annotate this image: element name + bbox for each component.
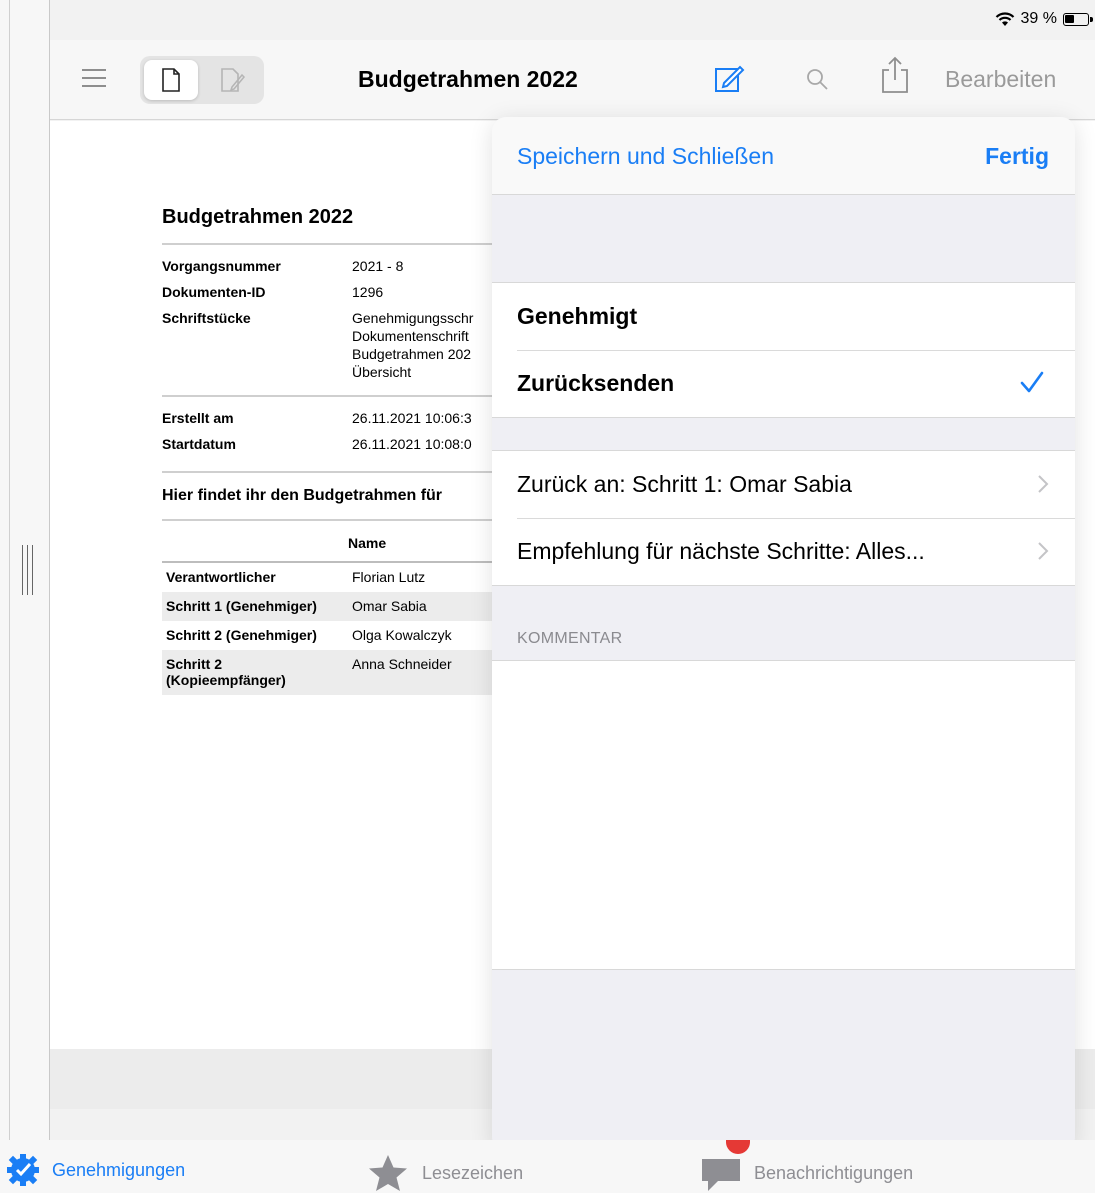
- chat-bubble-icon: [702, 1159, 740, 1191]
- routing-options: Zurück an: Schritt 1: Omar Sabia Empfehl…: [492, 450, 1075, 586]
- document-icon: [162, 68, 180, 92]
- decision-options: Genehmigt Zurücksenden: [492, 282, 1075, 418]
- view-mode-segmented-control: [140, 56, 264, 104]
- top-navigation-bar: Budgetrahmen 2022 Bearbeiten: [50, 40, 1095, 120]
- save-and-close-button[interactable]: Speichern und Schließen: [517, 143, 774, 170]
- star-icon: [369, 1155, 407, 1191]
- approvals-gear-check-icon: [7, 1154, 39, 1186]
- tab-bookmarks[interactable]: Lesezeichen: [366, 1153, 523, 1193]
- comment-textarea[interactable]: [492, 660, 1075, 970]
- edge-line: [9, 0, 10, 1140]
- document-view-segment[interactable]: [144, 60, 198, 100]
- menu-icon[interactable]: [82, 69, 106, 87]
- annotate-view-segment[interactable]: [206, 60, 260, 100]
- next-steps-recommendation-row[interactable]: Empfehlung für nächste Schritte: Alles..…: [492, 518, 1075, 585]
- battery-percent: 39 %: [1020, 10, 1057, 27]
- chevron-right-icon: [1038, 475, 1049, 493]
- approval-popover: Speichern und Schließen Fertig Genehmigt…: [492, 117, 1075, 1151]
- comment-section-label: KOMMENTAR: [517, 630, 623, 647]
- popover-header: Speichern und Schließen Fertig: [492, 117, 1075, 195]
- edit-button[interactable]: Bearbeiten: [945, 66, 1056, 93]
- done-button[interactable]: Fertig: [985, 143, 1049, 170]
- split-view-edge: [0, 0, 50, 1140]
- option-approved[interactable]: Genehmigt: [492, 283, 1075, 350]
- tab-approvals[interactable]: Genehmigungen: [6, 1153, 185, 1187]
- chevron-right-icon: [1038, 542, 1049, 560]
- tab-notifications[interactable]: Benachrichtigungen: [700, 1153, 913, 1193]
- share-icon[interactable]: [878, 56, 912, 93]
- wifi-icon: [995, 11, 1014, 26]
- search-icon[interactable]: [800, 62, 834, 96]
- page-title: Budgetrahmen 2022: [358, 66, 578, 92]
- split-view-handle[interactable]: [22, 545, 36, 595]
- compose-icon[interactable]: [712, 62, 746, 96]
- checkmark-icon: [1020, 371, 1044, 393]
- option-send-back[interactable]: Zurücksenden: [492, 350, 1075, 417]
- tab-bar: Genehmigungen Lesezeichen Benachrichtigu…: [0, 1140, 1095, 1193]
- battery-icon: [1063, 12, 1093, 26]
- return-to-step-row[interactable]: Zurück an: Schritt 1: Omar Sabia: [492, 451, 1075, 518]
- status-bar: 39 %: [995, 10, 1093, 28]
- document-edit-icon: [221, 68, 246, 92]
